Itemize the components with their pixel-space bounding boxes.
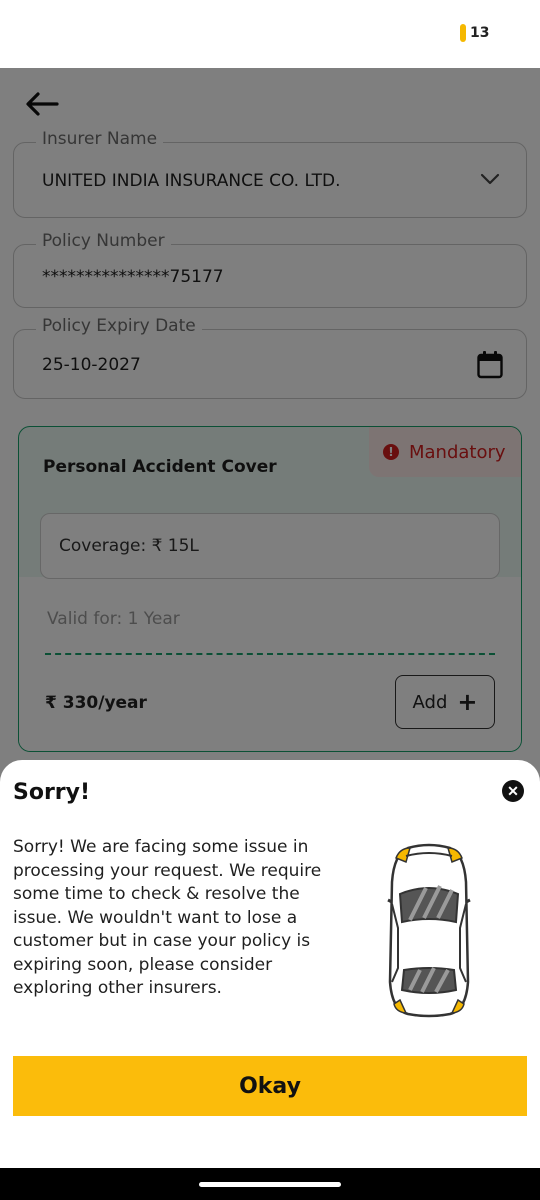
system-nav-bar	[0, 1168, 540, 1200]
status-bar: 13	[0, 0, 540, 68]
battery-indicator: 13	[460, 24, 489, 42]
home-gesture-handle[interactable]	[199, 1182, 341, 1187]
battery-level: 13	[470, 25, 490, 41]
dialog-title: Sorry!	[13, 780, 91, 805]
close-icon[interactable]: ✕	[502, 780, 524, 802]
car-icon	[387, 843, 471, 1018]
dialog-message: Sorry! We are facing some issue in proce…	[13, 837, 322, 998]
okay-button[interactable]: Okay	[13, 1056, 527, 1116]
error-bottom-sheet: Sorry! ✕ Sorry! We are facing some issue…	[0, 760, 540, 1170]
battery-icon	[460, 24, 466, 42]
